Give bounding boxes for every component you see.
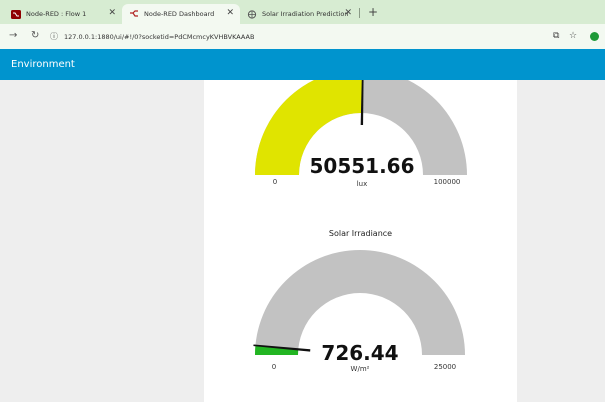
close-icon[interactable]: ✕ bbox=[108, 8, 116, 18]
gauge-value: 50551.66 bbox=[309, 154, 414, 178]
site-info-icon[interactable]: ⓘ bbox=[50, 31, 58, 42]
solar-irradiance-gauge: 726.44 W/m² 0 25000 bbox=[253, 250, 465, 373]
node-red-icon bbox=[11, 9, 21, 19]
gauge-min-label: 0 bbox=[272, 363, 276, 371]
tab-solar-irradiation-prediction[interactable]: Solar Irradiation Prediction ✕ bbox=[240, 4, 358, 24]
gauge-unit: lux bbox=[357, 180, 368, 188]
gauge-max-label: 25000 bbox=[434, 363, 456, 371]
lux-gauge: 50551.66 lux 0 100000 bbox=[255, 80, 467, 188]
dashboard-content: 50551.66 lux 0 100000 Solar Irradiance 7… bbox=[0, 80, 605, 402]
dashboard-card: 50551.66 lux 0 100000 Solar Irradiance 7… bbox=[204, 80, 517, 402]
url-input[interactable] bbox=[64, 32, 464, 41]
reload-button[interactable]: ↻ bbox=[31, 30, 39, 42]
new-tab-button[interactable]: + bbox=[368, 6, 378, 18]
profile-avatar[interactable] bbox=[590, 32, 599, 41]
gauge-value: 726.44 bbox=[321, 341, 398, 365]
forward-button[interactable]: → bbox=[9, 30, 17, 42]
gauge-min-label: 0 bbox=[273, 178, 277, 186]
node-red-dashboard-icon bbox=[130, 9, 138, 17]
close-icon[interactable]: ✕ bbox=[344, 8, 352, 18]
install-app-icon[interactable]: ⧉ bbox=[553, 31, 559, 41]
dashboard-header: Environment bbox=[0, 49, 605, 80]
gauge-title: Solar Irradiance bbox=[328, 229, 393, 238]
gauge-track bbox=[255, 250, 465, 355]
tab-label: Solar Irradiation Prediction bbox=[262, 10, 349, 18]
globe-icon bbox=[247, 9, 257, 19]
browser-toolbar: → ↻ ⓘ ⧉ ☆ bbox=[0, 24, 605, 49]
gauge-max-label: 100000 bbox=[434, 178, 461, 186]
page-title: Environment bbox=[11, 59, 75, 70]
browser-tab-strip: Node-RED : Flow 1 ✕ Node-RED Dashboard ✕… bbox=[0, 0, 605, 24]
close-icon[interactable]: ✕ bbox=[226, 8, 234, 18]
tab-label: Node-RED Dashboard bbox=[144, 10, 215, 18]
tab-label: Node-RED : Flow 1 bbox=[26, 10, 87, 18]
gauge-unit: W/m² bbox=[351, 365, 370, 373]
address-bar[interactable]: ⓘ bbox=[50, 28, 555, 45]
tab-node-red-dashboard[interactable]: Node-RED Dashboard ✕ bbox=[122, 4, 240, 24]
bookmark-star-icon[interactable]: ☆ bbox=[569, 31, 577, 41]
tab-separator bbox=[359, 8, 360, 18]
tab-node-red-flow[interactable]: Node-RED : Flow 1 ✕ bbox=[4, 4, 122, 24]
